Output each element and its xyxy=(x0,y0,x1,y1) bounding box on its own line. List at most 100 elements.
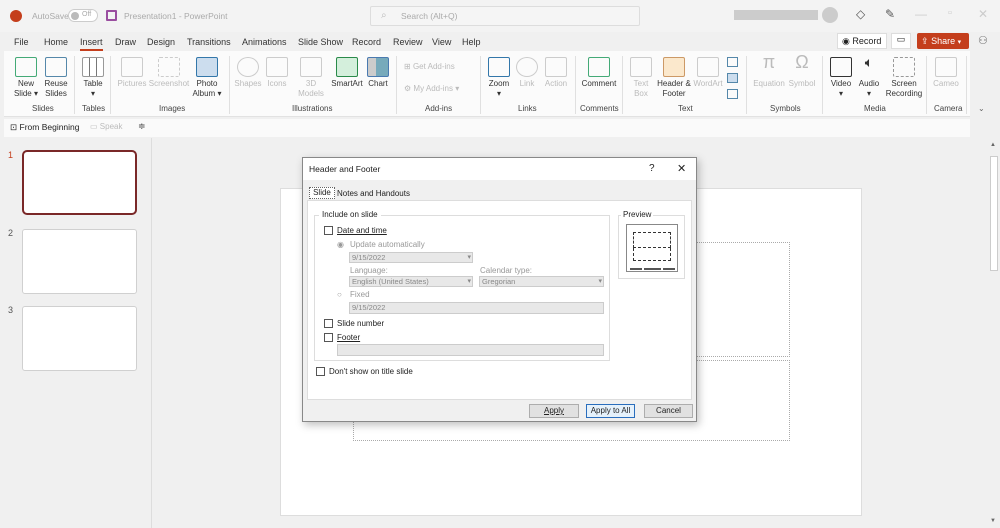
wordart-button[interactable]: WordArt xyxy=(692,57,724,89)
pen-icon[interactable]: ✎ xyxy=(885,7,895,21)
shapes-button[interactable]: Shapes xyxy=(234,57,262,89)
customize-qat-icon[interactable]: ≑ xyxy=(138,121,146,132)
zoom-icon xyxy=(488,57,510,77)
tab-slide-show[interactable]: Slide Show xyxy=(298,37,343,47)
maximize-icon[interactable]: ▫ xyxy=(948,7,952,19)
record-icon: ◉ xyxy=(842,36,850,46)
tab-draw[interactable]: Draw xyxy=(115,37,136,47)
tab-insert[interactable]: Insert xyxy=(80,37,103,51)
slide-thumbnail[interactable] xyxy=(22,306,137,371)
tab-home[interactable]: Home xyxy=(44,37,68,47)
minimize-icon[interactable]: — xyxy=(915,7,927,21)
document-title: Presentation1 - PowerPoint xyxy=(124,11,228,21)
share-button[interactable]: ⇪ Share ▾ xyxy=(917,33,969,49)
comment-icon: ▭ xyxy=(896,34,906,44)
update-auto-radio[interactable]: ◉ xyxy=(337,240,344,249)
reuse-slides-button[interactable]: Reuse Slides xyxy=(42,57,70,99)
slide-thumbnail[interactable] xyxy=(22,229,137,294)
tab-design[interactable]: Design xyxy=(147,37,175,47)
slide-number-icon[interactable] xyxy=(727,73,738,83)
tab-record[interactable]: Record xyxy=(352,37,381,47)
calendar-select[interactable]: Gregorian xyxy=(479,276,604,287)
from-beginning-button[interactable]: ⊡ From Beginning xyxy=(10,122,80,133)
powerpoint-logo-icon xyxy=(10,10,22,22)
tab-help[interactable]: Help xyxy=(462,37,481,47)
close-icon[interactable]: ✕ xyxy=(677,162,686,175)
scroll-up-icon[interactable]: ▲ xyxy=(990,142,996,148)
auto-date-select[interactable]: 9/15/2022 xyxy=(349,252,473,263)
cancel-button[interactable]: Cancel xyxy=(644,404,693,418)
new-slide-button[interactable]: New Slide ▾ xyxy=(12,57,40,99)
search-input[interactable]: ⌕ Search (Alt+Q) xyxy=(370,6,640,26)
cameo-button[interactable]: Cameo xyxy=(932,57,960,89)
omega-icon: Ω xyxy=(795,52,809,72)
autosave-toggle[interactable]: Off xyxy=(68,9,98,22)
chevron-down-icon: ▾ xyxy=(957,39,962,46)
screenshot-button[interactable]: Screenshot xyxy=(148,57,190,89)
smartart-button[interactable]: SmartArt xyxy=(330,57,364,89)
footer-text-field[interactable] xyxy=(337,344,604,356)
object-icon[interactable] xyxy=(727,89,738,99)
apply-button[interactable]: Apply xyxy=(529,404,579,418)
vertical-scrollbar[interactable]: ▲ ▼ xyxy=(988,138,1000,528)
diamond-icon[interactable]: ◇ xyxy=(856,7,865,21)
photo-album-button[interactable]: Photo Album ▾ xyxy=(190,57,224,99)
slide-number-checkbox[interactable] xyxy=(324,319,333,328)
chart-button[interactable]: Chart xyxy=(366,57,390,89)
scroll-down-icon[interactable]: ▼ xyxy=(990,518,996,524)
close-window-icon[interactable]: ✕ xyxy=(978,7,988,21)
tab-review[interactable]: Review xyxy=(393,37,423,47)
avatar[interactable] xyxy=(822,7,838,23)
zoom-button[interactable]: Zoom ▾ xyxy=(486,57,512,99)
table-button[interactable]: Table ▾ xyxy=(80,57,106,99)
tab-file[interactable]: File xyxy=(14,37,29,47)
tab-view[interactable]: View xyxy=(432,37,451,47)
text-box-button[interactable]: Text Box xyxy=(628,57,654,99)
preview-date-placeholder xyxy=(630,268,642,270)
pictures-button[interactable]: Pictures xyxy=(117,57,147,89)
slide-thumbnail[interactable] xyxy=(22,150,137,215)
audio-button[interactable]: 🔈︎ Audio ▾ xyxy=(856,55,882,99)
screenshot-icon xyxy=(158,57,180,77)
language-select[interactable]: English (United States) xyxy=(349,276,473,287)
chart-icon xyxy=(367,57,389,77)
date-time-icon[interactable] xyxy=(727,57,738,67)
tab-slide[interactable]: Slide xyxy=(309,187,335,199)
get-addins-button[interactable]: ⊞ Get Add-ins xyxy=(404,62,464,72)
video-button[interactable]: Video ▾ xyxy=(828,57,854,99)
collapse-ribbon-icon[interactable]: ⌄ xyxy=(978,104,985,113)
action-button[interactable]: Action xyxy=(542,57,570,89)
symbol-button[interactable]: Ω Symbol xyxy=(786,52,818,89)
tab-animations[interactable]: Animations xyxy=(242,37,287,47)
tab-notes-handouts[interactable]: Notes and Handouts xyxy=(337,189,410,198)
scroll-thumb[interactable] xyxy=(990,156,998,271)
screen-recording-button[interactable]: Screen Recording xyxy=(884,57,924,99)
tab-transitions[interactable]: Transitions xyxy=(187,37,231,47)
new-slide-icon xyxy=(15,57,37,77)
language-label: Language: xyxy=(350,266,388,275)
record-button[interactable]: ◉ Record xyxy=(837,33,887,49)
equation-button[interactable]: π Equation xyxy=(752,53,786,89)
help-button[interactable]: ? xyxy=(649,163,655,174)
coauthor-icon[interactable]: ⚇ xyxy=(978,34,988,47)
apply-to-all-button[interactable]: Apply to All xyxy=(586,404,635,418)
dont-show-title-checkbox[interactable] xyxy=(316,367,325,376)
comments-button[interactable]: ▭ xyxy=(891,33,911,49)
link-button[interactable]: Link xyxy=(514,57,540,89)
fixed-radio[interactable]: ○ xyxy=(337,290,342,299)
date-time-checkbox[interactable] xyxy=(324,226,333,235)
my-addins-button[interactable]: ⚙ My Add-ins ▾ xyxy=(404,84,474,94)
save-icon[interactable] xyxy=(106,10,117,21)
pictures-icon xyxy=(121,57,143,77)
account-name[interactable] xyxy=(734,10,818,20)
footer-checkbox[interactable] xyxy=(324,333,333,342)
header-footer-button[interactable]: Header & Footer xyxy=(656,57,692,99)
icons-button[interactable]: Icons xyxy=(264,57,290,89)
panel-divider[interactable] xyxy=(151,138,152,528)
fixed-date-field[interactable]: 9/15/2022 xyxy=(349,302,604,314)
autosave-label: AutoSave xyxy=(32,11,69,21)
speak-button[interactable]: ▭ Speak xyxy=(90,122,122,131)
comment-button[interactable]: Comment xyxy=(580,57,618,89)
3d-models-button[interactable]: 3D Models xyxy=(294,57,328,99)
title-bar: AutoSave Off Presentation1 - PowerPoint … xyxy=(0,0,1000,32)
